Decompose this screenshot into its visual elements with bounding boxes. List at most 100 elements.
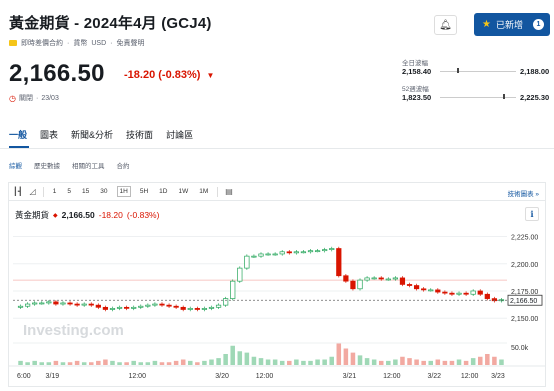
flag-icon [9,40,17,46]
volume-bar [166,362,172,365]
volume-bar [272,359,278,365]
candle-body [187,308,193,310]
bell-plus-icon: 🔔︎ [439,19,452,31]
volume-bar [53,360,59,365]
market-status: ◷ 關閉 · 23/03 [9,93,59,103]
alert-button[interactable]: 🔔︎ [434,15,457,35]
volume-bar [67,362,73,365]
candle-body [477,290,483,295]
subtab-history[interactable]: 歷史數據 [34,160,60,170]
divider [0,148,554,149]
candle-body [378,277,384,280]
candle-body [413,285,420,290]
interval-5h[interactable]: 5H [138,187,150,196]
volume-bar [124,362,129,365]
watermark: Investing.com [23,322,124,339]
interval-15[interactable]: 15 [80,187,91,196]
interval-1h[interactable]: 1H [116,186,131,197]
x-tick-label: 12:00 [461,373,479,380]
candle-body [24,303,31,307]
candle-body [343,275,349,282]
candle-body [152,303,158,306]
volume-bar [329,356,334,365]
candle-body [307,250,314,253]
candle-body [350,280,356,290]
week52-range-high: 2,225.30 [520,93,550,102]
candle-body [201,308,208,310]
tab-chart[interactable]: 圖表 [40,128,58,141]
chart-toolbar: ┃┫ ◿ 1 5 15 30 1H 5H 1D 1W 1M ▤ 技術圖表 » [9,183,545,201]
settings-panel-icon[interactable]: ▤ [225,187,233,196]
watchlist-count-badge: 1 [533,19,544,30]
candle-body [138,305,144,308]
interval-1[interactable]: 1 [51,187,59,196]
day-range-high: 2,188.00 [520,67,550,76]
interval-1m[interactable]: 1M [197,187,210,196]
volume-bar [96,360,101,365]
subtab-related[interactable]: 相關的工具 [72,160,105,170]
volume-bar [463,360,469,365]
interval-5[interactable]: 5 [65,187,73,196]
candle-body [371,277,377,280]
volume-bar [237,351,243,365]
volume-bar [230,345,235,365]
interval-1w[interactable]: 1W [176,187,190,196]
candle-body [67,302,73,305]
change-percent: (-0.83%) [158,69,201,81]
candle-body [159,303,165,306]
candle-body [300,251,307,254]
volume-bar [159,362,165,365]
disclaimer-link[interactable]: 免責聲明 [116,38,144,48]
volume-bar [456,359,462,365]
technical-chart-link[interactable]: 技術圖表 » [508,188,539,198]
week52-range-marker [503,94,505,99]
candle-body [194,308,200,310]
volume-bar [39,362,45,365]
price-chart[interactable]: 2,225.002,200.002,175.002,150.00Investin… [9,224,545,386]
volume-bar [152,360,158,365]
price-change: -18.20 (-0.83%) ▼ [124,69,214,81]
volume-bar [492,356,497,365]
volume-bar [18,360,23,365]
tab-forum[interactable]: 討論區 [166,128,193,141]
candle-body [329,248,335,250]
last-price: 2,166.50 [9,60,105,87]
volume-bar [25,362,30,365]
area-chart-icon[interactable]: ◿ [30,187,36,196]
candle-body [81,303,87,306]
tab-technical[interactable]: 技術面 [126,128,153,141]
volume-bar [117,362,122,365]
candle-body [166,304,172,307]
candlestick-icon[interactable]: ┃┫ [13,187,23,196]
volume-bar [343,348,349,365]
volume-bar [407,358,412,365]
y-tick-label: 2,150.00 [511,316,538,323]
chart-panel: ┃┫ ◿ 1 5 15 30 1H 5H 1D 1W 1M ▤ 技術圖表 » 黃… [8,182,546,387]
volume-bar [46,362,52,365]
tab-overview[interactable]: 一般 [9,128,27,141]
volume-bar [265,359,271,365]
candle-body [399,277,406,285]
day-range-bar [440,71,516,72]
interval-1d[interactable]: 1D [157,187,169,196]
candle-body [364,277,370,281]
interval-30[interactable]: 30 [98,187,109,196]
watchlist-button[interactable]: ★ 已新增 1 [474,13,550,36]
subtab-contracts[interactable]: 合約 [117,160,130,170]
volume-bar [470,358,476,365]
volume-bar [364,358,370,365]
volume-tick-label: 50.0k [511,345,529,352]
tab-news-analysis[interactable]: 新聞&分析 [71,128,113,141]
volume-bar [216,358,221,365]
star-icon: ★ [482,19,491,30]
volume-bar [74,360,80,365]
candle-body [435,289,441,293]
candle-body [208,306,215,309]
currency: USD [91,39,107,47]
volume-bar [350,352,356,365]
volume-bar [251,356,257,365]
candle-body [314,250,321,253]
subtab-summary[interactable]: 綜觀 [9,160,22,170]
info-icon[interactable]: i [525,207,539,221]
volume-bar [209,359,214,365]
